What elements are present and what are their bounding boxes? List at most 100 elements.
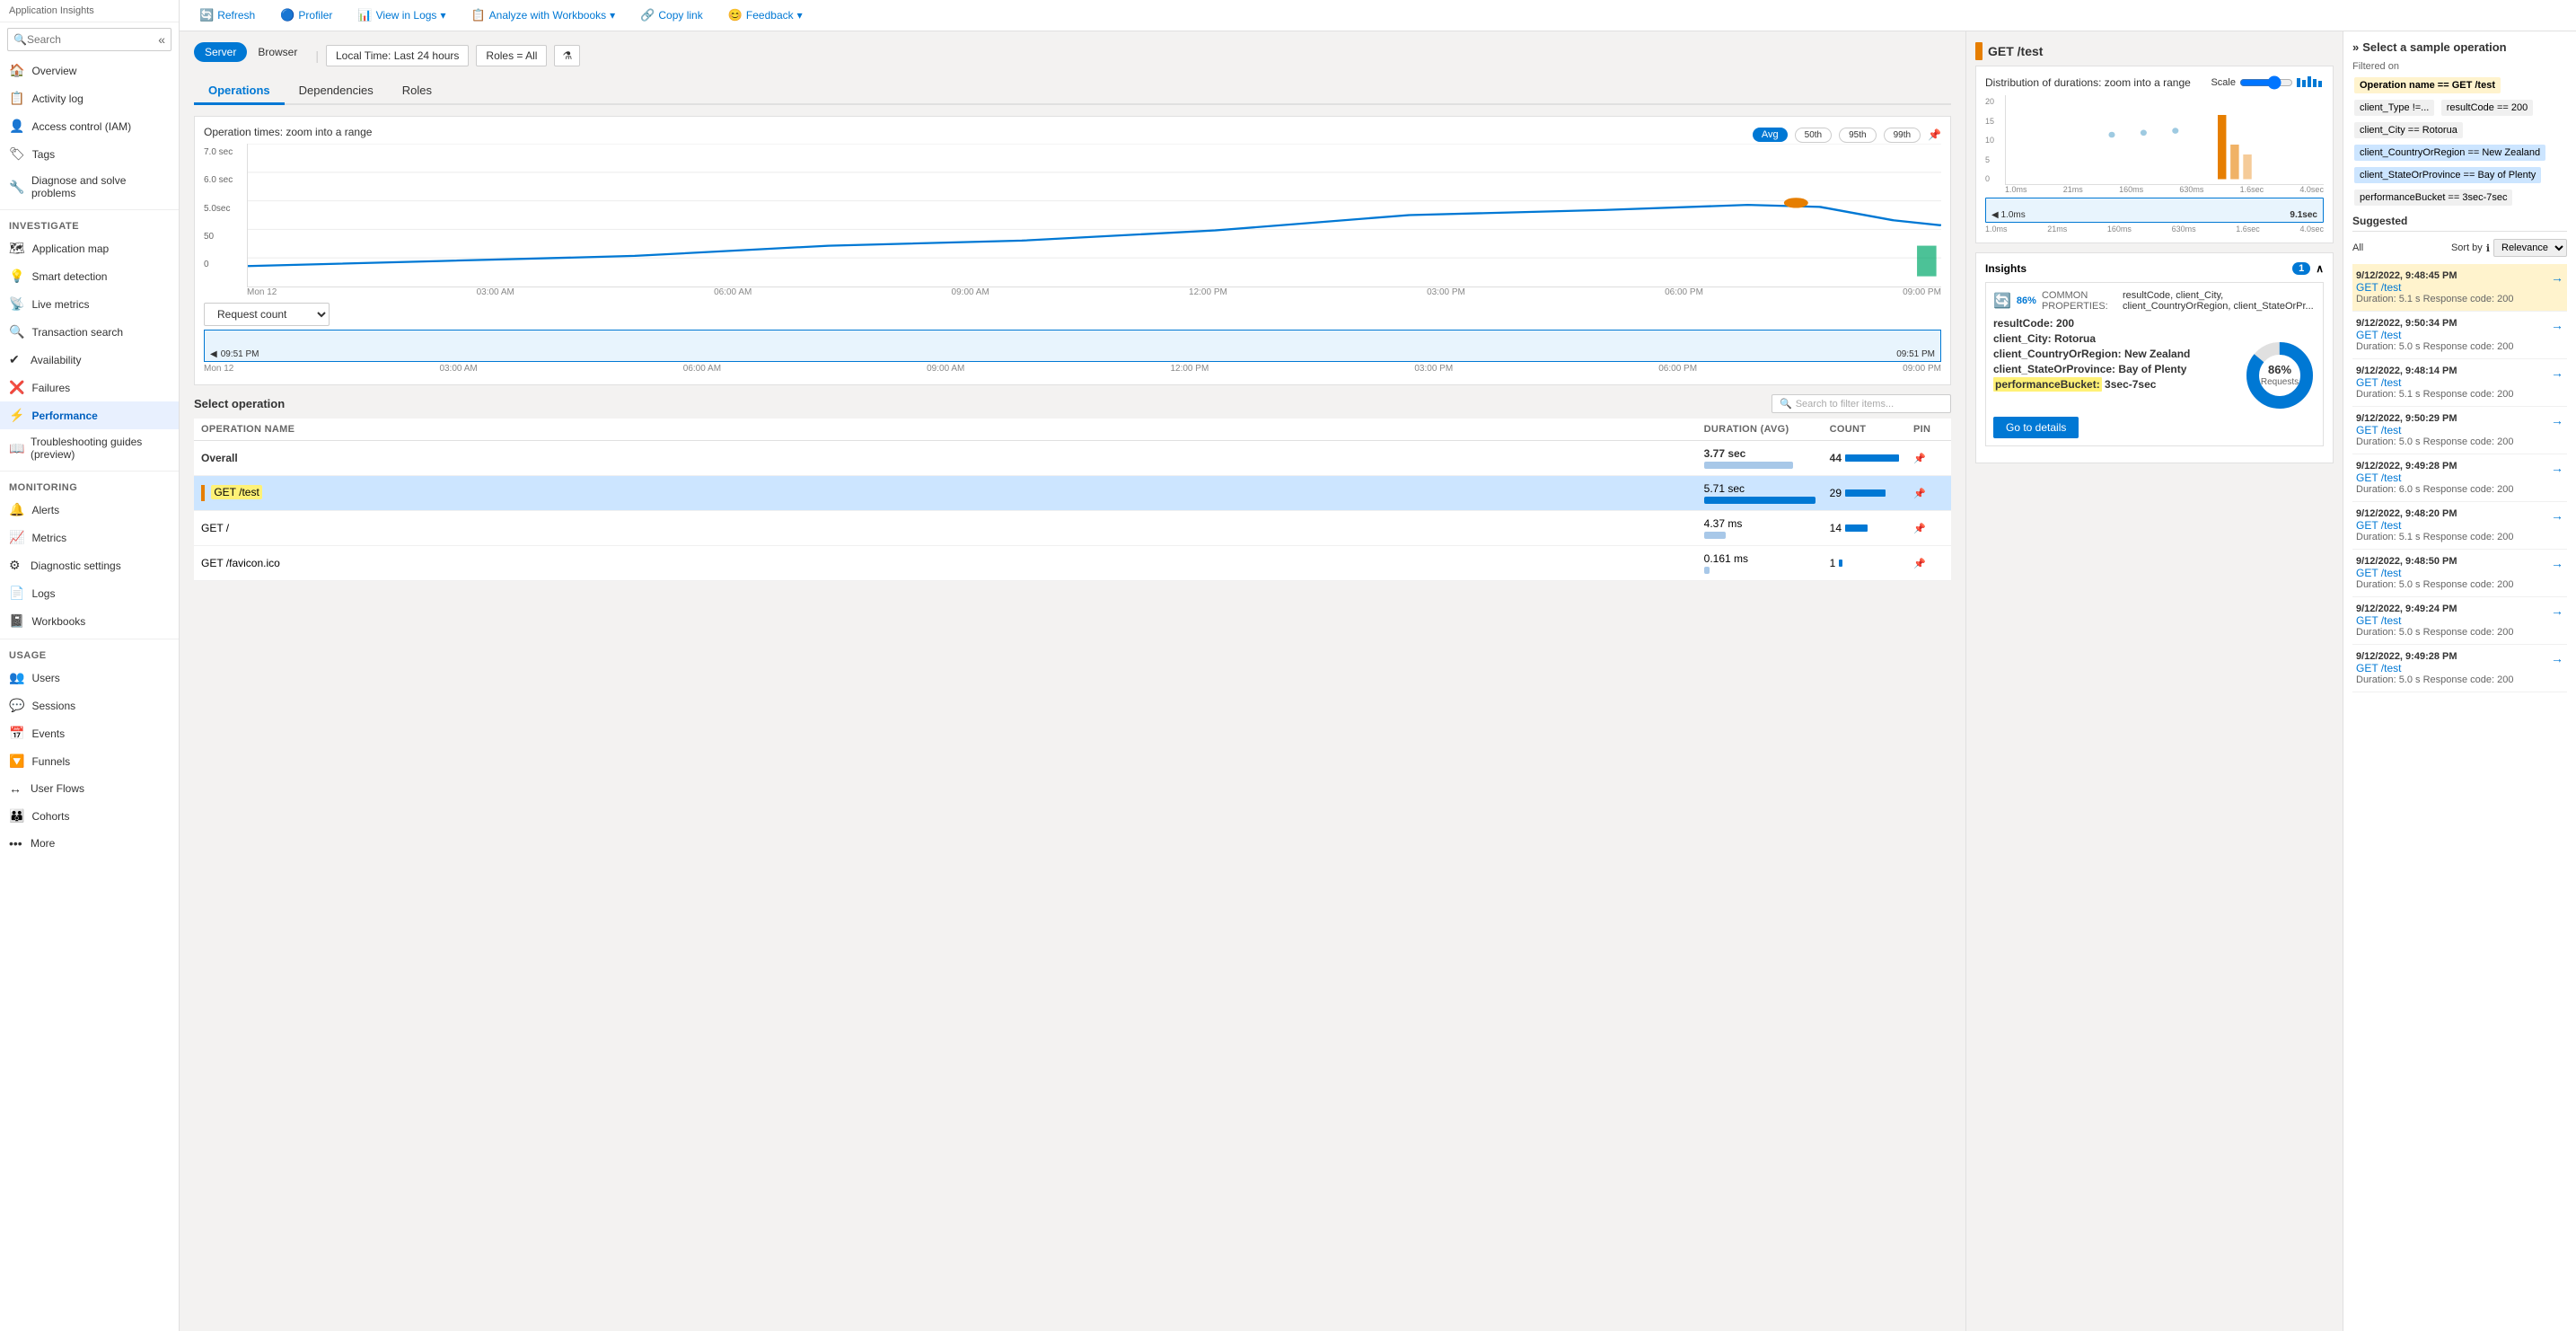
chart-plot <box>247 144 1941 287</box>
browser-tab[interactable]: Browser <box>247 42 308 62</box>
sample-arrow-4[interactable]: → <box>2551 461 2563 475</box>
copy-link-button[interactable]: 🔗 Copy link <box>635 5 708 25</box>
sidebar-item-cohorts[interactable]: 👪 Cohorts <box>0 802 179 830</box>
sidebar-item-overview[interactable]: 🏠 Overview <box>0 57 179 84</box>
feedback-button[interactable]: 😊 Feedback ▾ <box>723 5 808 25</box>
timeline-dates: Mon 12 03:00 AM 06:00 AM 09:00 AM 12:00 … <box>204 362 1941 375</box>
sidebar-item-user-flows[interactable]: ↔ User Flows <box>0 775 179 802</box>
sidebar-item-funnels[interactable]: 🔽 Funnels <box>0 747 179 775</box>
sample-arrow-2[interactable]: → <box>2551 366 2563 380</box>
legend-avg[interactable]: Avg <box>1753 128 1788 142</box>
server-tab[interactable]: Server <box>194 42 247 62</box>
sample-item-2[interactable]: 9/12/2022, 9:48:14 PM GET /test Duration… <box>2352 359 2567 407</box>
pin-button-4[interactable]: 📌 <box>1913 559 1926 569</box>
table-row[interactable]: GET / 4.37 ms 14 📌 <box>194 511 1951 546</box>
sidebar-item-more[interactable]: ••• More <box>0 830 179 857</box>
sidebar-item-diagnose[interactable]: 🔧 Diagnose and solve problems <box>0 168 179 206</box>
pin-button-2[interactable]: 📌 <box>1913 489 1926 499</box>
sidebar-item-workbooks[interactable]: 📓 Workbooks <box>0 607 179 635</box>
op-duration-cell-3: 4.37 ms <box>1697 511 1823 546</box>
filter-funnel-button[interactable]: ⚗ <box>554 45 580 66</box>
sidebar-item-metrics[interactable]: 📈 Metrics <box>0 524 179 551</box>
sort-select[interactable]: Relevance Date Duration <box>2493 239 2567 257</box>
tab-dependencies[interactable]: Dependencies <box>285 78 388 105</box>
time-filter-button[interactable]: Local Time: Last 24 hours <box>326 45 469 66</box>
legend-p99[interactable]: 99th <box>1884 128 1921 143</box>
sidebar-item-sessions[interactable]: 💬 Sessions <box>0 692 179 719</box>
profiler-button[interactable]: 🔵 Profiler <box>275 5 338 25</box>
sidebar-item-smart-detection[interactable]: 💡 Smart detection <box>0 262 179 290</box>
scale-control: Scale <box>2211 75 2324 90</box>
request-count-select[interactable]: Request count <box>204 303 330 326</box>
pin-chart-icon[interactable]: 📌 <box>1928 128 1941 141</box>
col-duration: DURATION (AVG) <box>1697 419 1823 441</box>
legend-p95[interactable]: 95th <box>1839 128 1876 143</box>
sidebar-item-troubleshooting[interactable]: 📖 Troubleshooting guides (preview) <box>0 429 179 467</box>
chart-legend: Avg 50th 95th 99th 📌 <box>1753 128 1941 143</box>
expand-icon[interactable]: » <box>2352 40 2359 54</box>
range-selector[interactable]: ◀ 09:51 PM 09:51 PM <box>204 330 1941 362</box>
tab-operations[interactable]: Operations <box>194 78 285 105</box>
filter-tag-1[interactable]: resultCode == 200 <box>2441 100 2534 116</box>
op-duration-cell: 3.77 sec <box>1697 441 1823 476</box>
view-in-logs-button[interactable]: 📊 View in Logs ▾ <box>352 5 451 25</box>
sample-meta-8: Duration: 5.0 s Response code: 200 <box>2356 674 2514 685</box>
sidebar-item-users[interactable]: 👥 Users <box>0 664 179 692</box>
sample-arrow-5[interactable]: → <box>2551 508 2563 523</box>
scale-slider[interactable] <box>2239 75 2293 90</box>
sample-item-8[interactable]: 9/12/2022, 9:49:28 PM GET /test Duration… <box>2352 645 2567 692</box>
range-back-icon[interactable]: ◀ <box>210 349 217 359</box>
sidebar-item-performance[interactable]: ⚡ Performance <box>0 401 179 429</box>
roles-filter-button[interactable]: Roles = All <box>476 45 547 66</box>
sample-arrow-1[interactable]: → <box>2551 318 2563 332</box>
sidebar-item-events[interactable]: 📅 Events <box>0 719 179 747</box>
filter-tag-3[interactable]: client_CountryOrRegion == New Zealand <box>2354 145 2545 161</box>
sidebar-item-alerts[interactable]: 🔔 Alerts <box>0 496 179 524</box>
sample-item-1[interactable]: 9/12/2022, 9:50:34 PM GET /test Duration… <box>2352 312 2567 359</box>
refresh-button[interactable]: 🔄 Refresh <box>194 5 260 25</box>
sidebar-item-access-control[interactable]: 👤 Access control (IAM) <box>0 112 179 140</box>
sample-arrow-0[interactable]: → <box>2551 270 2563 285</box>
sample-item-4[interactable]: 9/12/2022, 9:49:28 PM GET /test Duration… <box>2352 454 2567 502</box>
table-row[interactable]: GET /favicon.ico 0.161 ms 1 <box>194 546 1951 581</box>
insights-collapse-icon[interactable]: ∧ <box>2316 262 2324 275</box>
sidebar-item-live-metrics[interactable]: 📡 Live metrics <box>0 290 179 318</box>
dist-range-back-icon[interactable]: ◀ <box>1991 210 1999 220</box>
sample-arrow-7[interactable]: → <box>2551 604 2563 618</box>
sidebar-item-logs[interactable]: 📄 Logs <box>0 579 179 607</box>
tx-search-icon: 🔍 <box>9 324 24 339</box>
pin-button-3[interactable]: 📌 <box>1913 524 1926 534</box>
sidebar-item-diagnostic-settings[interactable]: ⚙ Diagnostic settings <box>0 551 179 579</box>
sample-arrow-3[interactable]: → <box>2551 413 2563 428</box>
sample-item-5[interactable]: 9/12/2022, 9:48:20 PM GET /test Duration… <box>2352 502 2567 550</box>
sidebar-item-tx-search[interactable]: 🔍 Transaction search <box>0 318 179 346</box>
collapse-btn[interactable]: « <box>158 32 165 47</box>
filter-op-tag[interactable]: Operation name == GET /test <box>2354 77 2501 93</box>
tab-roles[interactable]: Roles <box>388 78 446 105</box>
filter-tag-4[interactable]: client_StateOrProvince == Bay of Plenty <box>2354 167 2541 183</box>
search-input[interactable] <box>27 33 158 46</box>
pin-button[interactable]: 📌 <box>1913 454 1926 464</box>
sidebar-item-tags[interactable]: 🏷 Tags <box>0 140 179 168</box>
sidebar-item-activity-log[interactable]: 📋 Activity log <box>0 84 179 112</box>
sample-item-3[interactable]: 9/12/2022, 9:50:29 PM GET /test Duration… <box>2352 407 2567 454</box>
sample-item-6[interactable]: 9/12/2022, 9:48:50 PM GET /test Duration… <box>2352 550 2567 597</box>
sample-item-7[interactable]: 9/12/2022, 9:49:24 PM GET /test Duration… <box>2352 597 2567 645</box>
sample-item-0[interactable]: 9/12/2022, 9:48:45 PM GET /test Duration… <box>2352 264 2567 312</box>
legend-p50[interactable]: 50th <box>1795 128 1832 143</box>
filter-tag-5[interactable]: performanceBucket == 3sec-7sec <box>2354 190 2512 206</box>
sidebar-item-failures[interactable]: ❌ Failures <box>0 374 179 401</box>
search-box[interactable]: 🔍 « <box>7 28 171 51</box>
filter-tag-2[interactable]: client_City == Rotorua <box>2354 122 2463 138</box>
table-row[interactable]: Overall 3.77 sec 44 📌 <box>194 441 1951 476</box>
table-row[interactable]: GET /test 5.71 sec 29 <box>194 476 1951 511</box>
filter-tag-0[interactable]: client_Type !=... <box>2354 100 2434 116</box>
go-to-details-button[interactable]: Go to details <box>1993 417 2079 438</box>
analyze-button[interactable]: 📋 Analyze with Workbooks ▾ <box>465 5 620 25</box>
sidebar-item-app-map[interactable]: 🗺 Application map <box>0 234 179 262</box>
sample-arrow-6[interactable]: → <box>2551 556 2563 570</box>
sample-arrow-8[interactable]: → <box>2551 651 2563 666</box>
sidebar-item-availability[interactable]: ✔ Availability <box>0 346 179 374</box>
dist-range-selector[interactable]: ◀ 1.0ms 9.1sec <box>1985 198 2324 223</box>
operation-search[interactable]: 🔍 Search to filter items... <box>1772 394 1951 413</box>
